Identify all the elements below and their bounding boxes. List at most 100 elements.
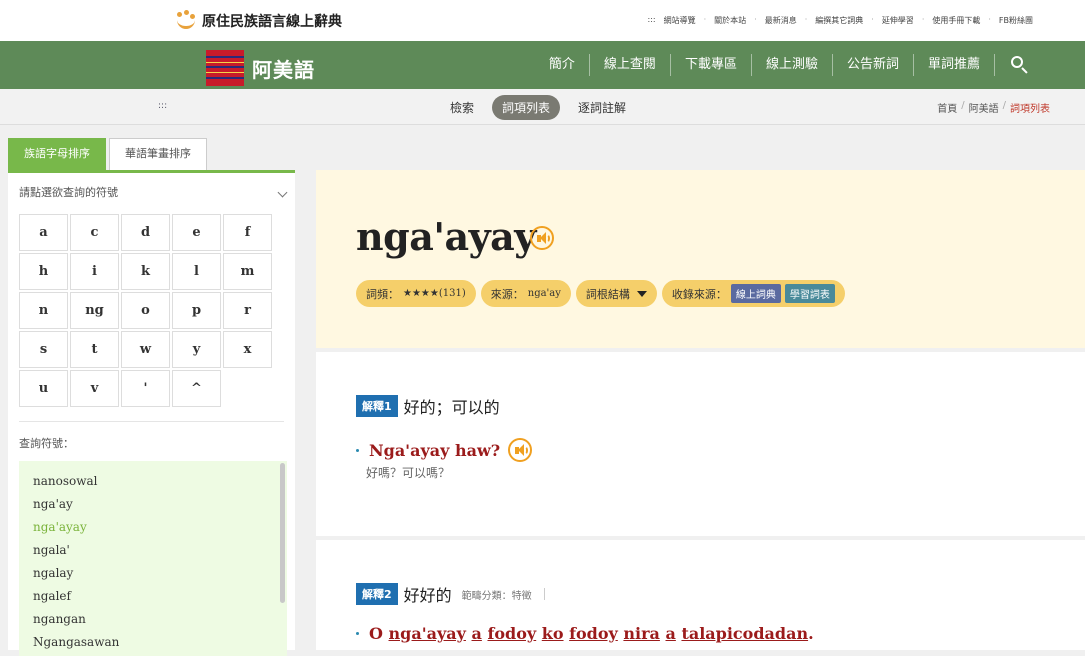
word-list-item[interactable]: nga'ayay [19,516,287,539]
word-list-item[interactable]: Ngangasawan [19,631,287,654]
nav-test[interactable]: 線上測驗 [752,54,833,76]
nav-lookup[interactable]: 線上查閱 [590,54,671,76]
manual-download-link[interactable]: 使用手冊下載 [932,15,980,26]
root-structure-label: 詞根結構 [585,287,630,301]
word-list-item[interactable]: ngala' [19,539,287,562]
letter-key[interactable]: l [172,253,221,290]
collection-pill: 收錄來源： 線上詞典 學習詞表 [661,280,845,307]
example-word[interactable]: fodoy [569,624,618,643]
word-list: nanosowal nga'ay nga'ayay ngala' ngalay ngale… [19,461,287,656]
speaker-icon[interactable] [508,438,533,462]
example-word[interactable]: a [666,624,676,643]
word-list-item[interactable]: nanosowal [19,470,287,493]
letter-prompt: 請點選欲查詢的符號 [19,186,118,199]
speaker-icon[interactable] [530,226,554,250]
other-dict-link[interactable]: 編撰其它詞典 [815,15,863,26]
main-nav: 阿美語 簡介 線上查閱 下載專區 線上測驗 公告新詞 單詞推薦 [0,41,1085,89]
tab-search[interactable]: 檢索 [440,95,484,120]
letter-key[interactable]: t [70,331,119,368]
word-list-item[interactable]: ngangan [19,608,287,631]
example-sentence: Nga'ayay haw? [356,438,533,462]
letter-key[interactable]: i [70,253,119,290]
amis-pattern-icon [206,50,244,86]
frequency-label: 詞頻： [366,287,399,301]
letter-key[interactable]: a [19,214,68,251]
frequency-value: ★★★★(131) [403,288,466,299]
letter-key[interactable]: ^ [172,370,221,407]
logo-icon [174,10,196,32]
top-links: ::: 網站導覽 · 關於本站 · 最新消息 · 編撰其它詞典 · 延伸學習 ·… [647,15,1033,26]
bullet [356,448,359,452]
example-word: O [369,624,383,643]
entry-header: nga'ayay 詞頻： ★★★★(131) 來源： nga'ay 詞根結構 收錄來… [316,170,1085,348]
extended-learning-link[interactable]: 延伸學習 [882,15,914,26]
tab-stroke-sort[interactable]: 華語筆畫排序 [109,138,207,170]
site-logo[interactable]: 原住民族語言線上辭典 [174,10,342,32]
letter-key[interactable]: ng [70,292,119,329]
nav-intro[interactable]: 簡介 [535,54,590,76]
example-translation: 好嗎？可以嗎？ [366,466,451,480]
definition-1: 解釋1 好的；可以的 Nga'ayay haw? 好嗎？可以嗎？ [316,352,1085,536]
nav-download[interactable]: 下載專區 [671,54,752,76]
breadcrumb-language[interactable]: 阿美語 [969,100,999,115]
letter-key[interactable]: s [19,331,68,368]
chevron-down-icon[interactable] [277,187,288,198]
nav-recommend[interactable]: 單詞推薦 [914,54,995,76]
entry-word: nga'ayay [356,214,536,259]
tab-alphabet-sort[interactable]: 族語字母排序 [8,138,106,170]
example-word[interactable]: ko [542,624,564,643]
word-list-item[interactable]: ngalay [19,562,287,585]
letter-key[interactable]: y [172,331,221,368]
accesskey-anchor[interactable]: ::: [158,101,167,111]
example-word[interactable]: a [472,624,482,643]
letter-key[interactable]: r [223,292,272,329]
root-structure-dropdown[interactable]: 詞根結構 [575,280,657,307]
letter-key[interactable]: n [19,292,68,329]
top-bar: 原住民族語言線上辭典 ::: 網站導覽 · 關於本站 · 最新消息 · 編撰其它… [0,0,1085,41]
site-map-link[interactable]: 網站導覽 [664,15,696,26]
tag-online-dictionary[interactable]: 線上詞典 [730,284,781,303]
accesskey-link[interactable]: ::: [648,15,656,26]
source-value[interactable]: nga'ay [528,288,561,299]
example-word[interactable]: nga'ayay [389,624,466,643]
letter-key[interactable]: d [121,214,170,251]
search-icon[interactable] [1001,54,1035,76]
breadcrumb-current: 詞項列表 [1010,104,1050,115]
breadcrumb: 首頁 / 阿美語 / 詞項列表 [937,100,1050,115]
example-word[interactable]: fodoy [487,624,536,643]
sidebar: 族語字母排序 華語筆畫排序 請點選欲查詢的符號 a c d e f h i k l m n ng o p r… [8,138,295,656]
letter-key[interactable]: c [70,214,119,251]
letter-key[interactable]: m [223,253,272,290]
tag-learning-list[interactable]: 學習詞表 [784,284,835,303]
query-label: 查詢符號： [19,437,74,450]
word-list-item[interactable]: ngalef [19,585,287,608]
definition-2: 解釋2 好好的 範疇分類：特徵 O nga'ayay a fodoy ko fo… [316,540,1085,650]
source-label: 來源： [490,287,524,301]
definition-text: 好好的 [403,586,452,605]
letter-key[interactable]: k [121,253,170,290]
example-word[interactable]: nira [623,624,660,643]
word-list-scrollbar[interactable] [280,463,285,603]
tab-word-list[interactable]: 詞項列表 [492,95,561,120]
word-list-item[interactable]: nga'ay [19,493,287,516]
letter-key[interactable]: o [121,292,170,329]
letter-key[interactable]: ' [121,370,170,407]
tab-annotation[interactable]: 逐詞註解 [568,95,636,120]
fb-link[interactable]: FB粉絲團 [999,15,1033,26]
letter-key[interactable]: u [19,370,68,407]
letter-key[interactable]: x [223,331,272,368]
example-word[interactable]: talapicodadan [681,624,808,643]
nav-new-words[interactable]: 公告新詞 [833,54,914,76]
breadcrumb-home[interactable]: 首頁 [937,100,957,115]
letter-key[interactable]: w [121,331,170,368]
letter-key[interactable]: f [223,214,272,251]
letter-key[interactable]: p [172,292,221,329]
language-home[interactable]: 阿美語 [206,50,315,86]
about-link[interactable]: 關於本站 [714,15,746,26]
definition-number: 解釋1 [356,395,398,417]
letter-key[interactable]: v [70,370,119,407]
news-link[interactable]: 最新消息 [765,15,797,26]
letter-key[interactable]: h [19,253,68,290]
letter-key[interactable]: e [172,214,221,251]
frequency-pill: 詞頻： ★★★★(131) [356,280,476,307]
